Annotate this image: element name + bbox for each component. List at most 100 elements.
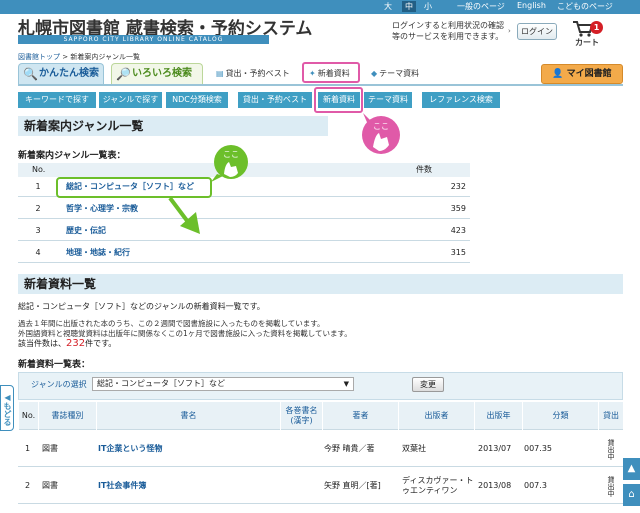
- font-size-large-link[interactable]: 大: [384, 1, 392, 12]
- tab-theme-link[interactable]: ◆ テーマ資料: [371, 68, 419, 79]
- row-year: 2013/08: [478, 481, 512, 490]
- row-class: 007.3: [524, 481, 547, 490]
- tap-here-label-pink: ここ: [373, 122, 389, 131]
- top-bar: 大 中 小 一般のページ English こどものページ: [0, 0, 640, 14]
- genre-row-highlight: [56, 177, 212, 198]
- font-size-medium-link[interactable]: 中: [402, 1, 416, 12]
- tab-simple-search-label: かんたん検索: [39, 68, 99, 79]
- genre-select[interactable]: 総記・コンピュータ［ソフト］など ▼: [92, 377, 354, 391]
- col-no: No.: [18, 402, 38, 430]
- new-table-header: No. 書誌種別 書名 各巻書名(漢字) 著者 出版者 出版年 分類 貸出: [18, 402, 623, 430]
- breadcrumb: 図書館トップ > 新着案内ジャンル一覧: [18, 52, 140, 62]
- genre-row[interactable]: 3 歴史・伝記 423: [18, 221, 470, 241]
- genre-row-count: 232: [450, 182, 466, 191]
- mypage-label: マイ図書館: [566, 69, 612, 79]
- subnav-ndc-button[interactable]: NDC分類検索: [166, 92, 228, 108]
- tab-theme-label: テーマ資料: [379, 69, 420, 78]
- new-section-count: 該当件数は、232件です。: [18, 338, 116, 349]
- genre-row-link[interactable]: 歴史・伝記: [66, 221, 106, 241]
- change-button[interactable]: 変更: [412, 377, 444, 392]
- cart-button[interactable]: 1 カート: [570, 18, 606, 47]
- tab-various-search-label: いろいろ検索: [132, 68, 192, 79]
- subnav-theme-button[interactable]: テーマ資料: [364, 92, 412, 108]
- row-status: 貸出中: [607, 438, 615, 460]
- nav-divider: [18, 84, 623, 86]
- genre-row-count: 315: [450, 248, 466, 257]
- genre-row-link[interactable]: 哲学・心理学・宗教: [66, 199, 138, 219]
- row-no: 2: [25, 481, 31, 490]
- genre-row[interactable]: 4 地理・地誌・紀行 315: [18, 243, 470, 263]
- genre-row-count: 423: [450, 226, 466, 235]
- new-materials-table: No. 書誌種別 書名 各巻書名(漢字) 著者 出版者 出版年 分類 貸出 1 …: [18, 402, 623, 513]
- subnav-keyword-button[interactable]: キーワードで探す: [18, 92, 96, 108]
- col-volume[interactable]: 各巻書名(漢字): [280, 402, 322, 430]
- genre-row-link[interactable]: 地理・地誌・紀行: [66, 243, 130, 263]
- chevron-right-icon: ›: [508, 27, 511, 35]
- row-publisher: 双葉社: [402, 444, 426, 453]
- back-button-label: もどる: [3, 401, 12, 426]
- genre-row-count: 359: [450, 204, 466, 213]
- count-value: 232: [66, 338, 86, 349]
- genre-row[interactable]: 2 哲学・心理学・宗教 359: [18, 199, 470, 219]
- col-publisher[interactable]: 出版者: [398, 402, 474, 430]
- col-title[interactable]: 書名: [96, 402, 280, 430]
- genre-row-no: 1: [35, 182, 41, 191]
- magnifier-icon: 🔎: [116, 67, 131, 81]
- mypage-button[interactable]: 👤 マイ図書館: [541, 64, 623, 84]
- cart-count-badge: 1: [590, 21, 603, 34]
- breadcrumb-home-link[interactable]: 図書館トップ: [18, 53, 60, 61]
- down-arrow-icon: [168, 196, 200, 234]
- breadcrumb-current: 新着案内ジャンル一覧: [70, 53, 140, 61]
- genre-section-heading: 新着案内ジャンル一覧: [18, 116, 328, 136]
- row-type: 図書: [42, 444, 58, 453]
- genre-select-label: ジャンルの選択: [31, 380, 87, 389]
- home-button[interactable]: ⌂: [623, 484, 640, 506]
- arrow-left-icon: ◀: [3, 392, 12, 402]
- row-title-link[interactable]: IT企業という怪物: [98, 431, 162, 467]
- general-page-link[interactable]: 一般のページ: [457, 1, 505, 12]
- scroll-top-button[interactable]: ▲: [623, 458, 640, 480]
- table-row: 1 図書 IT企業という怪物 今野 晴貴／著 双葉社 2013/07 007.3…: [18, 431, 623, 467]
- new-section-heading: 新着資料一覧: [18, 274, 623, 294]
- col-lend: 貸出: [598, 402, 623, 430]
- genre-list-title: 新着案内ジャンル一覧表：: [18, 151, 126, 161]
- col-author[interactable]: 著者: [322, 402, 398, 430]
- genre-select-value: 総記・コンピュータ［ソフト］など: [97, 379, 225, 388]
- subnav-best-button[interactable]: 貸出・予約ベスト: [238, 92, 312, 108]
- subnav-reference-button[interactable]: レファレンス検索: [422, 92, 500, 108]
- search-icon: 🔍: [23, 67, 38, 81]
- tag-icon: ◆: [371, 69, 378, 78]
- tab-best-link[interactable]: ▤ 貸出・予約ベスト: [216, 68, 290, 79]
- back-button[interactable]: ◀もどる: [0, 385, 14, 431]
- col-year[interactable]: 出版年: [474, 402, 522, 430]
- table-row: 2 図書 IT社会事件簿 矢野 直明／[著] ディスカヴァー・トゥエンティワン …: [18, 468, 623, 504]
- col-class[interactable]: 分類: [522, 402, 598, 430]
- new-section-notes: 過去１年間に出版された本のうち、この２週間で図書施設に入ったものを掲載しています…: [18, 319, 352, 339]
- row-author: 今野 晴貴／著: [324, 444, 375, 453]
- col-type[interactable]: 書誌種別: [38, 402, 96, 430]
- site-subtitle: SAPPORO CITY LIBRARY ONLINE CATALOG: [18, 35, 269, 44]
- genre-row-no: 3: [35, 226, 41, 235]
- chevron-down-icon: ▼: [343, 380, 349, 388]
- new-section-genre: 総記・コンピュータ［ソフト］など: [18, 302, 146, 311]
- row-year: 2013/07: [478, 444, 512, 453]
- tab-various-search[interactable]: 🔎 いろいろ検索: [111, 63, 203, 84]
- font-size-small-link[interactable]: 小: [424, 1, 432, 12]
- row-class: 007.35: [524, 444, 552, 453]
- tab-simple-search[interactable]: 🔍 かんたん検索: [18, 63, 104, 84]
- row-author: 矢野 直明／[著]: [324, 481, 381, 490]
- kids-page-link[interactable]: こどものページ: [557, 1, 613, 12]
- new-section-note-1: 過去１年間に出版された本のうち、この２週間で図書施設に入ったものを掲載しています…: [18, 319, 325, 328]
- row-status: 貸出中: [607, 475, 615, 497]
- arrow-up-icon: ▲: [627, 463, 636, 474]
- row-title-link[interactable]: IT社会事件簿: [98, 468, 146, 504]
- login-button[interactable]: ログイン: [517, 23, 557, 40]
- login-message: ログインすると利用状況の確認等のサービスを利用できます。: [392, 21, 504, 41]
- genre-col-no: No.: [32, 165, 46, 174]
- tap-here-marker-pink: ここ: [362, 113, 400, 154]
- english-link[interactable]: English: [517, 1, 546, 10]
- page-root: 大 中 小 一般のページ English こどものページ 札幌市図書館 蔵書検索…: [0, 0, 640, 513]
- tap-here-label-green: ここ: [223, 150, 239, 159]
- subnav-genre-button[interactable]: ジャンルで探す: [99, 92, 162, 108]
- new-section-description: 総記・コンピュータ［ソフト］などのジャンルの新着資料一覧です。: [18, 301, 265, 312]
